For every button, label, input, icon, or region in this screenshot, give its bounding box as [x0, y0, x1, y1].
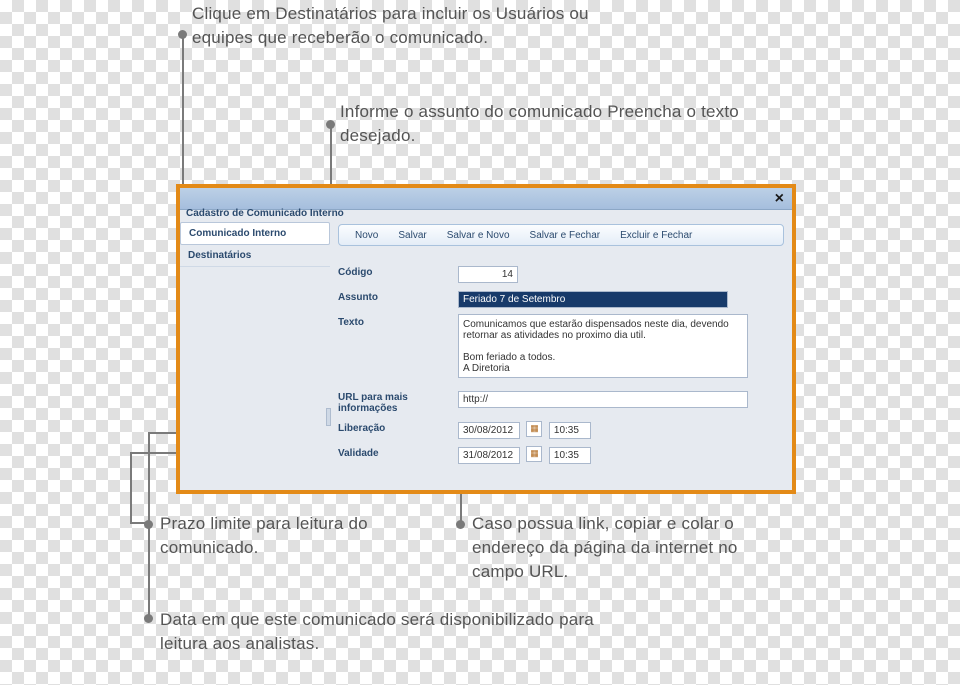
calendar-icon[interactable]: ▦ — [526, 446, 542, 462]
label-assunto: Assunto — [338, 289, 458, 303]
callout-destinatarios: Clique em Destinatários para incluir os … — [192, 2, 622, 50]
toolbar-salvar[interactable]: Salvar — [388, 230, 436, 241]
toolbar-salvar-novo[interactable]: Salvar e Novo — [437, 230, 520, 241]
input-texto[interactable] — [458, 314, 748, 378]
toolbar-salvar-fechar[interactable]: Salvar e Fechar — [520, 230, 611, 241]
sidebar-item-comunicado[interactable]: Comunicado Interno — [180, 222, 330, 245]
toolbar: Novo Salvar Salvar e Novo Salvar e Fecha… — [338, 224, 784, 246]
sidebar: Comunicado Interno Destinatários — [180, 222, 330, 267]
label-liberacao: Liberação — [338, 420, 458, 434]
label-url: URL para mais informações — [338, 389, 458, 414]
callout-url: Caso possua link, copiar e colar o ender… — [472, 512, 782, 583]
label-codigo: Código — [338, 264, 458, 278]
calendar-icon[interactable]: ▦ — [526, 421, 542, 437]
close-icon[interactable]: × — [775, 190, 784, 208]
callout-liberacao: Data em que este comunicado será disponi… — [160, 608, 620, 656]
sidebar-item-destinatarios[interactable]: Destinatários — [180, 245, 330, 267]
label-texto: Texto — [338, 314, 458, 328]
toolbar-novo[interactable]: Novo — [345, 230, 388, 241]
app-window: × Cadastro de Comunicado Interno Comunic… — [176, 184, 796, 494]
callout-validade: Prazo limite para leitura do comunicado. — [160, 512, 410, 560]
input-url[interactable] — [458, 391, 748, 408]
window-titlebar: × — [180, 188, 792, 210]
form: Código Assunto Texto URL para mais infor… — [338, 258, 784, 482]
input-assunto[interactable] — [458, 291, 728, 308]
input-liberacao-time[interactable] — [549, 422, 591, 439]
input-codigo[interactable] — [458, 266, 518, 283]
toolbar-excluir-fechar[interactable]: Excluir e Fechar — [610, 230, 702, 241]
input-validade-date[interactable] — [458, 447, 520, 464]
window-title: Cadastro de Comunicado Interno — [186, 208, 344, 219]
sidebar-resize-handle[interactable] — [326, 408, 331, 426]
input-validade-time[interactable] — [549, 447, 591, 464]
label-validade: Validade — [338, 445, 458, 459]
callout-assunto: Informe o assunto do comunicado Preencha… — [340, 100, 760, 148]
input-liberacao-date[interactable] — [458, 422, 520, 439]
